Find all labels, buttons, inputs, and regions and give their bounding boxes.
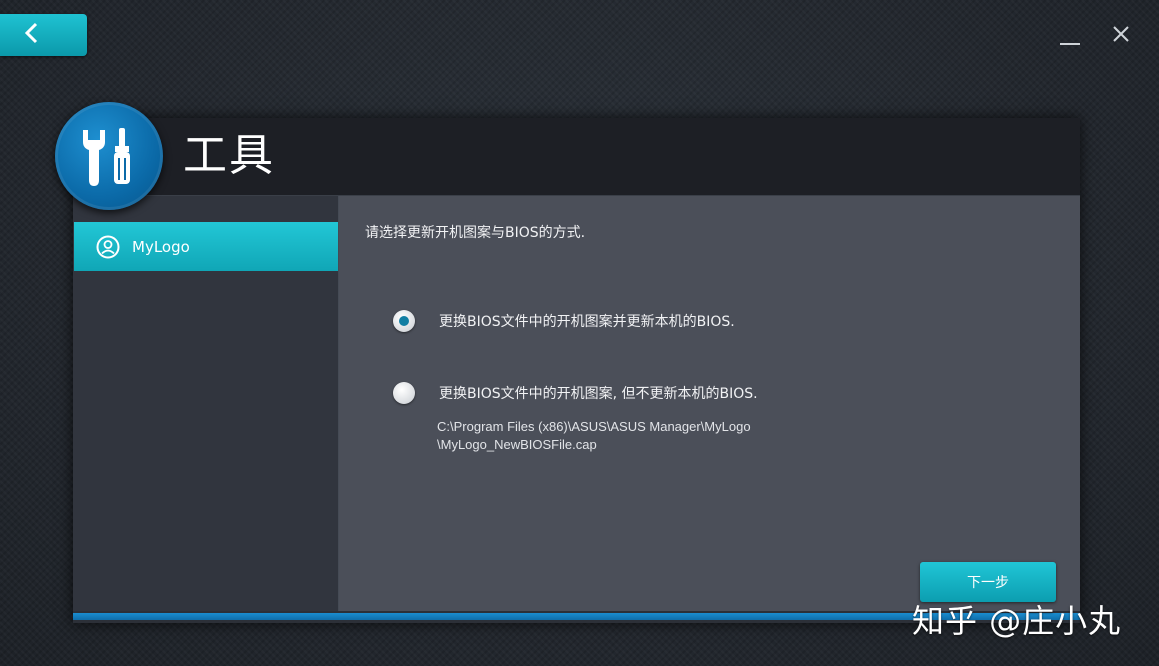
sidebar: MyLogo [73,196,339,611]
close-icon [1111,26,1131,48]
watermark: 知乎 @庄小丸 [912,602,1122,640]
option-no-update-bios[interactable]: 更换BIOS文件中的开机图案, 但不更新本机的BIOS. [393,382,758,404]
minimize-icon [1060,43,1080,45]
option-no-update-bios-label: 更换BIOS文件中的开机图案, 但不更新本机的BIOS. [439,386,758,402]
back-button[interactable] [0,14,87,56]
sidebar-item-label: MyLogo [132,237,190,256]
close-button[interactable] [1111,24,1133,46]
file-path: C:\Program Files (x86)\ASUS\ASUS Manager… [437,418,751,454]
file-path-line-1: C:\Program Files (x86)\ASUS\ASUS Manager… [437,419,751,434]
chevron-left-icon [24,22,40,48]
wrench-screwdriver-icon [55,102,163,210]
option-update-bios-label: 更换BIOS文件中的开机图案并更新本机的BIOS. [439,314,735,330]
user-circle-icon [96,235,120,259]
minimize-button[interactable] [1060,24,1082,46]
tools-panel: 工具 MyLogo 请选择更新开机图案与BIOS的方式. 更换BIOS文件中的开… [73,118,1080,623]
radio-no-update-bios[interactable] [393,382,415,404]
file-path-line-2: \MyLogo_NewBIOSFile.cap [437,437,597,452]
page-title: 工具 [183,130,275,181]
instruction-text: 请选择更新开机图案与BIOS的方式. [365,225,586,241]
panel-header: 工具 [73,118,1080,196]
option-update-bios[interactable]: 更换BIOS文件中的开机图案并更新本机的BIOS. [393,310,735,332]
content-area: 请选择更新开机图案与BIOS的方式. 更换BIOS文件中的开机图案并更新本机的B… [339,196,1080,611]
radio-update-bios[interactable] [393,310,415,332]
sidebar-item-mylogo[interactable]: MyLogo [74,222,338,271]
